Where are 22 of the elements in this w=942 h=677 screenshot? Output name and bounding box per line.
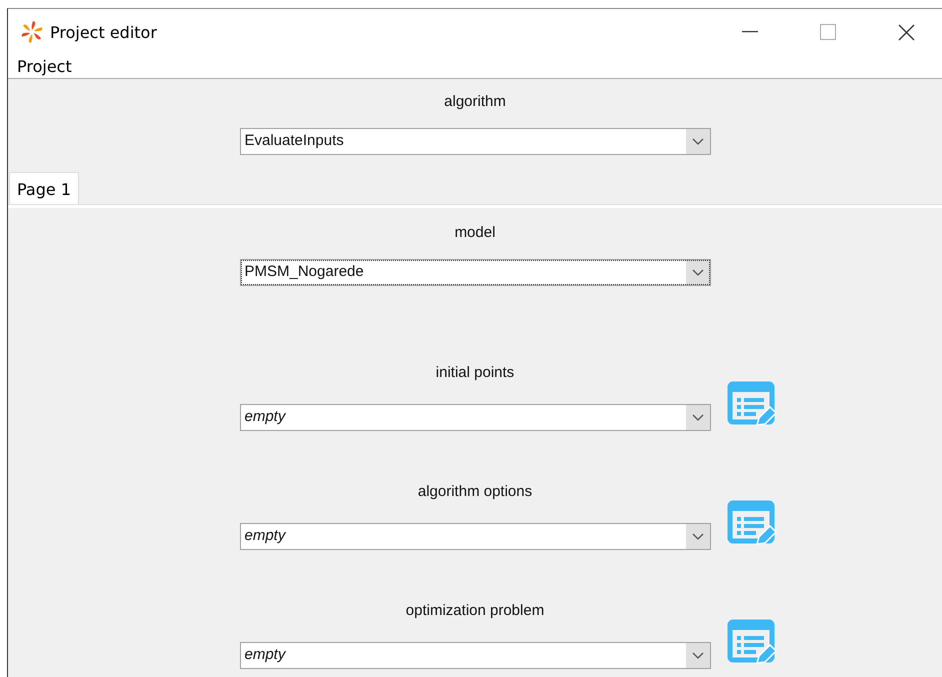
chevron-down-icon	[692, 532, 704, 540]
chevron-down-icon	[692, 414, 704, 422]
field-label: optimization problem	[406, 602, 544, 619]
chevron-down-icon	[692, 138, 704, 146]
dropdown[interactable]: empty	[240, 523, 710, 550]
field-label: initial points	[436, 364, 514, 381]
field-label: algorithm	[444, 93, 506, 110]
menu-item[interactable]: Project	[17, 55, 72, 78]
close-button[interactable]	[898, 24, 914, 40]
window-title: Project editor	[50, 22, 158, 42]
dropdown[interactable]: empty	[240, 404, 710, 431]
minimize-button[interactable]	[742, 31, 758, 33]
chevron-down-icon	[692, 268, 704, 276]
chevron-down-icon	[692, 652, 704, 660]
dropdown[interactable]: empty	[240, 642, 710, 669]
field-label: model	[454, 224, 496, 241]
app-logo-icon	[20, 20, 44, 44]
maximize-button[interactable]	[820, 24, 836, 40]
dropdown[interactable]: PMSM_Nogarede	[240, 259, 710, 286]
field-label: algorithm options	[418, 483, 532, 500]
dropdown[interactable]: EvaluateInputs	[240, 128, 710, 155]
tab[interactable]: Page 1	[9, 172, 79, 204]
